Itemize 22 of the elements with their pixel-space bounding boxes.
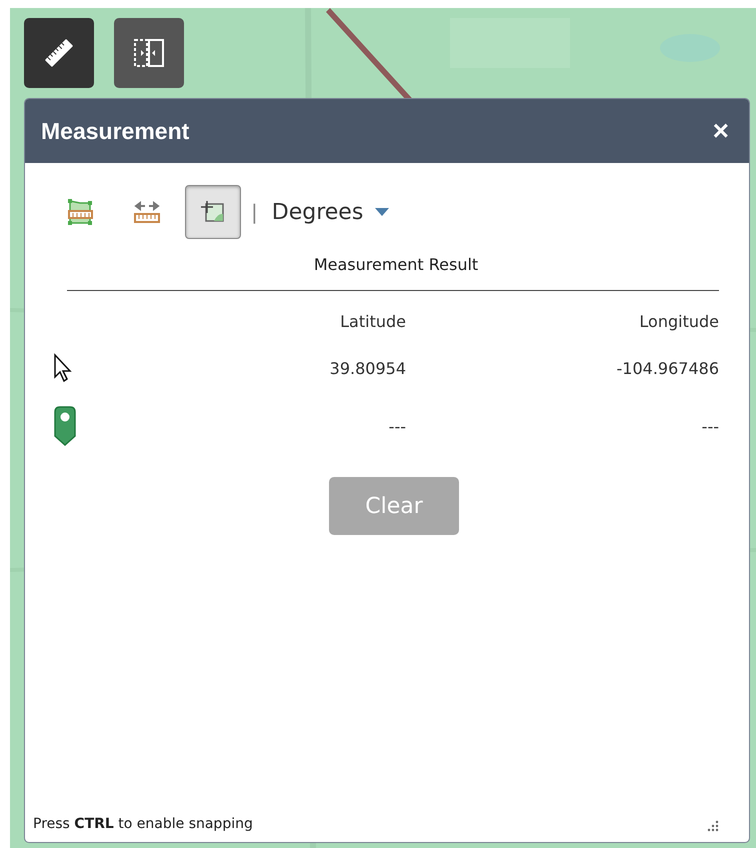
separator: | — [251, 200, 258, 224]
map-pin-icon — [53, 406, 77, 446]
swipe-button[interactable] — [114, 18, 184, 88]
dropdown-caret-icon — [375, 208, 390, 216]
result-title: Measurement Result — [312, 255, 480, 274]
column-header: Latitude — [339, 311, 406, 333]
distance-ruler-icon — [132, 198, 162, 226]
area-ruler-icon — [66, 198, 96, 226]
panel-title: Measurement — [41, 118, 190, 144]
resize-handle-icon[interactable] — [707, 820, 719, 832]
location-tool-button[interactable] — [185, 185, 241, 239]
table-cell-text: --- — [700, 416, 719, 436]
snapping-hint: Press CTRL to enable snapping — [33, 816, 253, 832]
close-button[interactable]: × — [712, 115, 729, 147]
table-cell-text: --- — [388, 416, 406, 436]
cursor-icon — [53, 353, 73, 383]
table-cell-text: -104.967486 — [616, 358, 719, 378]
unit-dropdown[interactable]: Degrees — [268, 200, 394, 224]
column-header: Longitude — [638, 311, 719, 333]
split-view-icon — [132, 36, 166, 70]
table-cell-text: 39.80954 — [328, 358, 406, 378]
measure-button[interactable] — [24, 18, 94, 88]
